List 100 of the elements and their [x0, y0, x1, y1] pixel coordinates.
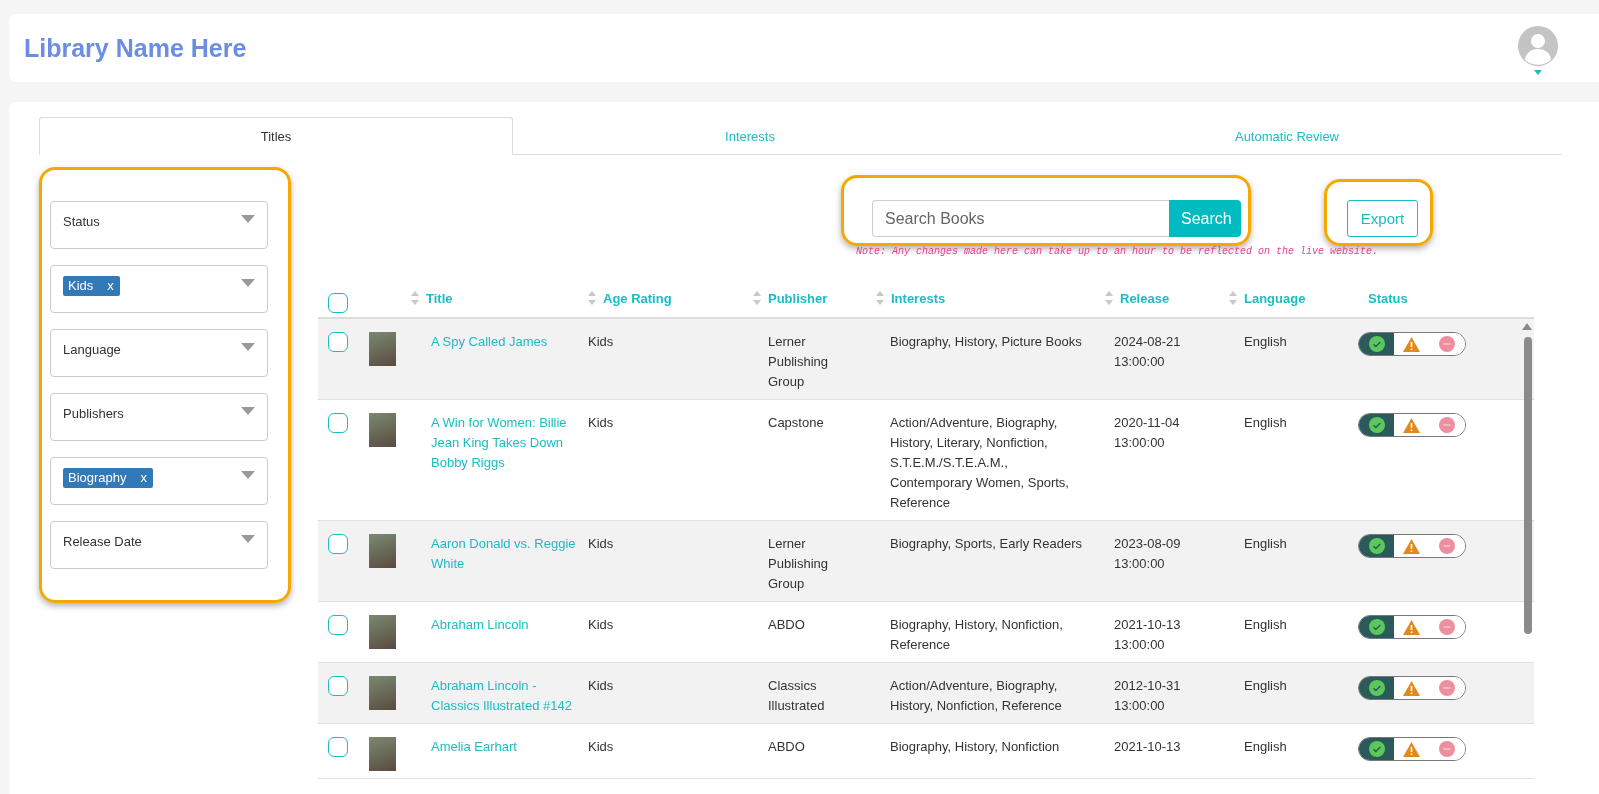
filter-dropdown[interactable]: Release Date: [50, 521, 268, 569]
avatar-icon[interactable]: [1518, 25, 1558, 66]
cover-placeholder: [369, 332, 396, 366]
minus-circle-icon: [1439, 619, 1456, 635]
cover-placeholder: [369, 413, 396, 447]
reject-button[interactable]: [1429, 535, 1465, 557]
minus-circle-icon: [1439, 336, 1456, 352]
reject-button[interactable]: [1429, 677, 1465, 699]
cover-placeholder: [369, 534, 396, 568]
filter-dropdown[interactable]: Status: [50, 201, 268, 249]
table-cell-text: 2012-10-31 13:00:00: [1113, 677, 1182, 715]
caret-icon: [241, 343, 255, 351]
library-title: Library Name Here: [24, 33, 247, 63]
sort-icon[interactable]: [876, 291, 884, 305]
cover-placeholder: [369, 615, 396, 649]
scroll-up-icon[interactable]: [1522, 323, 1532, 330]
title-link[interactable]: Amelia Earhart: [411, 737, 588, 771]
approve-button[interactable]: [1359, 414, 1395, 436]
row-checkbox[interactable]: [328, 534, 348, 554]
column-header[interactable]: Publisher: [768, 290, 828, 306]
select-all-checkbox[interactable]: [328, 293, 348, 313]
filter-dropdown[interactable]: Kids x: [50, 265, 268, 313]
column-header[interactable]: Title: [426, 290, 453, 306]
dropdown-label: Release Date: [63, 534, 142, 549]
check-circle-icon: [1368, 619, 1385, 635]
tab[interactable]: Titles: [39, 117, 513, 155]
minus-circle-icon: [1439, 538, 1456, 554]
approve-button[interactable]: [1359, 677, 1395, 699]
row-checkbox[interactable]: [328, 413, 348, 433]
filter-dropdown[interactable]: Language: [50, 329, 268, 377]
check-circle-icon: [1368, 741, 1385, 757]
table-cell-text: 2023-08-09 13:00:00: [1113, 535, 1182, 573]
sort-icon[interactable]: [1105, 291, 1113, 305]
caret-icon: [241, 215, 255, 223]
caret-icon: [241, 471, 255, 479]
table-cell-text: ABDO: [767, 738, 806, 756]
table-cell-text: Lerner Publishing Group: [767, 535, 829, 593]
column-header[interactable]: Language: [1244, 290, 1306, 306]
title-link[interactable]: A Win for Women: Billie Jean King Takes Down Bobby Riggs: [411, 413, 588, 513]
table-cell-text: Action/Adventure, Biography, History, Literary, Nonfiction, S.T.E.M./S.T.E.A.M., Contemporary Women, Sports, Reference: [889, 414, 1070, 512]
table-cell-text: Biography, Sports, Early Readers: [889, 535, 1083, 553]
column-header[interactable]: Age Rating: [603, 290, 672, 306]
approve-button[interactable]: [1359, 333, 1395, 355]
row-checkbox[interactable]: [328, 332, 348, 352]
table-cell-text: English: [1243, 616, 1288, 634]
warning-icon: [1403, 336, 1421, 352]
reject-button[interactable]: [1429, 333, 1465, 355]
sort-icon[interactable]: [753, 291, 761, 305]
table-cell-text: 2021-10-13 13:00:00: [1113, 616, 1182, 654]
caret-icon[interactable]: [1534, 69, 1542, 75]
sort-icon[interactable]: [1229, 291, 1237, 305]
table-cell-text: Lerner Publishing Group: [767, 333, 829, 391]
column-header[interactable]: Interests: [891, 290, 946, 306]
approve-button[interactable]: [1359, 616, 1395, 638]
table-cell-text: 2021-10-13: [1113, 738, 1182, 756]
table-cell-text: 2020-11-04 13:00:00: [1113, 414, 1181, 452]
table-cell-text: Biography, History, Picture Books: [889, 333, 1083, 351]
filter-dropdown[interactable]: Publishers: [50, 393, 268, 441]
title-link[interactable]: Abraham Lincoln: [411, 615, 588, 655]
column-header[interactable]: Release: [1120, 290, 1170, 306]
row-checkbox[interactable]: [328, 676, 348, 696]
table-cell-text: English: [1243, 414, 1288, 432]
row-checkbox[interactable]: [328, 615, 348, 635]
caret-icon: [241, 407, 255, 415]
tag-label: Biography: [68, 470, 127, 485]
tab[interactable]: Automatic Review: [987, 117, 1587, 155]
tab[interactable]: Interests: [513, 117, 987, 155]
remove-tag-button[interactable]: x: [107, 278, 114, 293]
dropdown-label: Status: [63, 214, 100, 229]
search-field[interactable]: Search Books: [872, 200, 1169, 237]
title-link[interactable]: A Spy Called James: [411, 332, 588, 392]
minus-circle-icon: [1439, 680, 1456, 696]
filter-dropdown[interactable]: Biography x: [50, 457, 268, 505]
tag-label: Kids: [68, 278, 94, 293]
approve-button[interactable]: [1359, 535, 1395, 557]
dropdown-label: Publishers: [63, 406, 124, 421]
check-circle-icon: [1368, 680, 1385, 696]
warning-icon: [1403, 538, 1421, 554]
export-button[interactable]: Export: [1347, 200, 1418, 237]
table-cell-text: Kids: [588, 535, 615, 553]
table-cell-text: Kids: [588, 616, 615, 634]
table-cell-text: 2024-08-21 13:00:00: [1113, 333, 1182, 371]
scrollbar-thumb[interactable]: [1524, 337, 1532, 634]
sort-icon[interactable]: [411, 291, 419, 305]
row-checkbox[interactable]: [328, 737, 348, 757]
table-cell-text: English: [1243, 333, 1288, 351]
note-text: Note: Any changes made here can take up to an hour to be reflected on the live website.: [856, 246, 1380, 259]
table-cell-text: Kids: [588, 738, 615, 756]
search-button[interactable]: Search: [1169, 200, 1241, 237]
approve-button[interactable]: [1359, 738, 1395, 760]
sort-icon[interactable]: [588, 291, 596, 305]
title-link[interactable]: Aaron Donald vs. Reggie White: [411, 534, 588, 594]
check-circle-icon: [1368, 417, 1385, 433]
table-cell-text: English: [1243, 738, 1288, 756]
remove-tag-button[interactable]: x: [140, 470, 148, 485]
caret-icon: [241, 535, 255, 543]
warning-icon: [1403, 619, 1421, 635]
table-cell-text: Classics Illustrated: [767, 677, 826, 715]
title-link[interactable]: Abraham Lincoln - Classics Illustrated #142: [411, 676, 588, 716]
dropdown-label: Language: [63, 342, 121, 357]
